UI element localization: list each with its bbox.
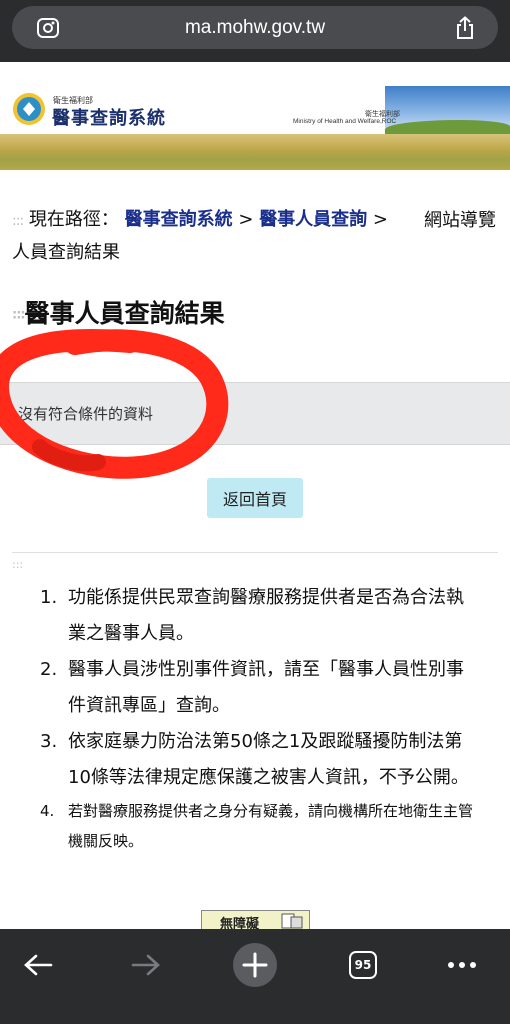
return-home-button[interactable]: 返回首頁 [207,478,303,518]
breadcrumb-separator: > [238,209,254,230]
back-button[interactable] [16,943,60,987]
ministry-logo-icon [13,93,45,125]
note-item: 1. 功能係提供民眾查詢醫療服務提供者是否為合法執業之醫事人員。 [40,587,464,644]
section-dots-icon: ::: [12,558,24,571]
page-title-text: 醫事人員查詢結果 [24,299,225,328]
tab-count-badge: 95 [349,951,377,979]
new-tab-circle [233,943,277,987]
share-icon[interactable] [454,16,476,40]
more-dots-icon [448,962,476,968]
banner-ministry-en: Ministry of Health and Welfare,ROC [293,118,397,125]
new-tab-button[interactable] [233,943,277,987]
plus-icon [242,952,268,978]
forward-button[interactable] [124,943,168,987]
forward-arrow-icon [131,954,160,976]
note-item: 4. 若對醫療服務提供者之身分有疑義，請向機構所在地衛生主管機關反映。 [40,802,474,850]
page-title: :::醫事人員查詢結果 [12,294,225,330]
note-item: 2. 醫事人員涉性別事件資訊，請至「醫事人員性別事件資訊專區」查詢。 [40,659,464,716]
url-text: ma.mohw.gov.tw [184,17,326,38]
banner-system-title: 醫事查詢系統 [52,108,166,129]
breadcrumb-link-system[interactable]: 醫事查詢系統 [125,209,233,230]
back-arrow-icon [24,954,53,976]
breadcrumb-prefix: 現在路徑： [28,209,119,230]
breadcrumb-separator: > [372,209,389,230]
sitemap-link[interactable]: 網站導覽 [424,206,496,232]
note-item: 3. 依家庭暴力防治法第50條之1及跟蹤騷擾防制法第10條等法律規定應保護之被害人… [40,731,469,788]
breadcrumb: ::: 現在路徑： 醫事查詢系統 > 醫事人員查詢 > 人員查詢結果 [12,204,392,268]
site-banner[interactable]: 衛生福利部 醫事查詢系統 衛生福利部 Ministry of Health an… [0,62,510,170]
browser-top-bar: ma.mohw.gov.tw [0,0,510,62]
address-bar[interactable]: ma.mohw.gov.tw [12,6,498,49]
accessibility-icon [281,913,303,929]
breadcrumb-dots-icon: ::: [12,213,24,229]
no-results-text: 沒有符合條件的資料 [18,405,154,423]
title-dots-icon: ::: [12,307,26,323]
no-results-box: 沒有符合條件的資料 [0,382,510,445]
banner-field-image [0,134,510,170]
breadcrumb-link-staff-search[interactable]: 醫事人員查詢 [259,209,367,230]
more-menu-button[interactable] [440,943,484,987]
browser-bottom-bar: 95 [0,929,510,1024]
notes-list: 1. 功能係提供民眾查詢醫療服務提供者是否為合法執業之醫事人員。 2. 醫事人員涉性… [40,580,480,856]
tabs-button[interactable]: 95 [341,943,385,987]
breadcrumb-current: 人員查詢結果 [12,242,120,263]
divider [12,552,498,553]
